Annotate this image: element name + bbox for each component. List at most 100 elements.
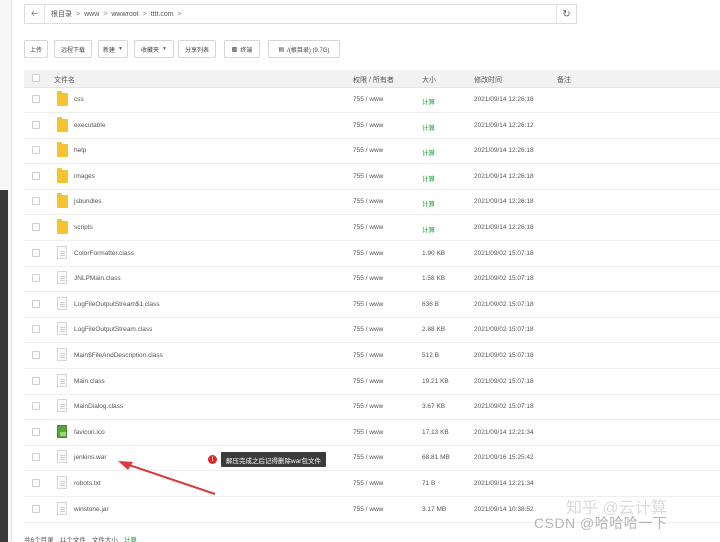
file-name[interactable]: Main$FileAndDescription.class <box>74 352 163 359</box>
file-perm[interactable]: 755 / www <box>353 454 383 461</box>
file-icon <box>57 296 67 310</box>
file-name[interactable]: favicon.ico <box>74 429 105 436</box>
row-checkbox[interactable] <box>32 453 40 462</box>
header-name[interactable]: 文件名 <box>54 75 75 85</box>
table-row[interactable]: Main.class 755 / www 19.21 KB 2021/09/02 15… <box>24 369 720 395</box>
header-perm[interactable]: 权限 / 所有者 <box>353 75 394 85</box>
file-perm[interactable]: 755 / www <box>353 250 383 257</box>
file-perm[interactable]: 755 / www <box>353 301 383 308</box>
file-perm[interactable]: 755 / www <box>353 352 383 359</box>
folder-icon <box>57 116 68 132</box>
file-size[interactable]: 计算 <box>422 96 435 106</box>
file-perm[interactable]: 755 / www <box>353 506 383 513</box>
image-file-icon <box>57 424 67 438</box>
header-mtime[interactable]: 修改时间 <box>474 75 502 85</box>
file-name[interactable]: scripts <box>74 224 93 231</box>
table-row[interactable]: images 755 / www 计算 2021/09/14 12:26:18 <box>24 164 720 190</box>
file-name[interactable]: help <box>74 147 86 154</box>
table-row[interactable]: ColorFormatter.class 755 / www 1.90 KB 2021… <box>24 241 720 267</box>
share-list-button[interactable]: 分享列表 <box>178 40 216 58</box>
file-name[interactable]: images <box>74 173 95 180</box>
chevron-down-icon: ▼ <box>162 46 167 52</box>
footer-size-value[interactable]: 计算 <box>124 534 137 542</box>
row-checkbox[interactable] <box>32 171 40 180</box>
table-row[interactable]: help 755 / www 计算 2021/09/14 12:26:18 <box>24 138 720 165</box>
crumb-wwwroot[interactable]: wwwroot <box>111 11 138 18</box>
file-icon <box>57 450 67 464</box>
file-perm[interactable]: 755 / www <box>353 122 383 129</box>
file-size[interactable]: 计算 <box>422 173 435 183</box>
table-row[interactable]: JNLPMain.class 755 / www 1.58 KB 2021/09/02… <box>24 266 720 293</box>
file-size[interactable]: 计算 <box>422 122 435 132</box>
file-size[interactable]: 计算 <box>422 224 435 234</box>
file-name[interactable]: LogFileOutputStream$1.class <box>74 301 160 308</box>
file-perm[interactable]: 755 / www <box>353 275 383 282</box>
row-checkbox[interactable] <box>32 248 40 257</box>
crumb-site[interactable]: tttt.com <box>151 11 174 18</box>
file-perm[interactable]: 755 / www <box>353 480 383 487</box>
row-checkbox[interactable] <box>32 146 40 155</box>
row-checkbox[interactable] <box>32 274 40 283</box>
row-checkbox[interactable] <box>32 479 40 487</box>
table-row[interactable]: Main$FileAndDescription.class 755 / www 51… <box>24 343 720 369</box>
file-name[interactable]: robots.txt <box>74 480 101 487</box>
row-checkbox[interactable] <box>32 351 40 359</box>
file-perm[interactable]: 755 / www <box>353 403 383 410</box>
file-name[interactable]: MainDialog.class <box>74 403 123 410</box>
new-button[interactable]: 新建 ▼ <box>98 40 128 58</box>
refresh-button[interactable]: ↻ <box>556 5 576 23</box>
header-size[interactable]: 大小 <box>422 75 436 85</box>
file-name[interactable]: jsbundles <box>74 198 101 205</box>
table-row[interactable]: LogFileOutputStream$1.class 755 / www 636 … <box>24 292 720 318</box>
table-row[interactable]: LogFileOutputStream.class 755 / www 2.88 K… <box>24 317 720 344</box>
file-perm[interactable]: 755 / www <box>353 429 383 436</box>
favorites-button[interactable]: 收藏夹 ▼ <box>134 40 174 58</box>
row-checkbox[interactable] <box>32 402 40 411</box>
file-perm[interactable]: 755 / www <box>353 224 383 231</box>
row-checkbox[interactable] <box>32 427 40 436</box>
table-row[interactable]: jsbundles 755 / www 计算 2021/09/14 12:26:18 <box>24 189 720 216</box>
file-name[interactable]: winstone.jar <box>74 506 109 513</box>
table-row[interactable]: executable 755 / www 计算 2021/09/14 12:26:12 <box>24 113 720 139</box>
file-name[interactable]: jenkins.war <box>74 454 107 461</box>
back-button[interactable]: 🡠 <box>25 5 45 23</box>
file-perm[interactable]: 755 / www <box>353 96 383 103</box>
file-size[interactable]: 计算 <box>422 147 435 157</box>
row-checkbox[interactable] <box>32 299 40 308</box>
row-checkbox[interactable] <box>32 376 40 385</box>
row-checkbox[interactable] <box>32 120 40 129</box>
table-row[interactable]: scripts 755 / www 计算 2021/09/14 12:26:18 <box>24 215 720 241</box>
file-name[interactable]: ColorFormatter.class <box>74 250 134 257</box>
crumb-www[interactable]: www <box>84 11 99 18</box>
file-name[interactable]: JNLPMain.class <box>74 275 121 282</box>
table-row[interactable]: css 755 / www 计算 2021/09/14 12:26:18 <box>24 87 720 113</box>
row-checkbox[interactable] <box>32 325 40 334</box>
row-checkbox[interactable] <box>32 197 40 206</box>
disk-button[interactable]: ▤/(根目录) (9.7G) <box>268 40 340 58</box>
file-perm[interactable]: 755 / www <box>353 147 383 154</box>
file-perm[interactable]: 755 / www <box>353 326 383 333</box>
file-perm[interactable]: 755 / www <box>353 198 383 205</box>
table-row[interactable]: MainDialog.class 755 / www 3.67 KB 2021/09/… <box>24 394 720 421</box>
row-checkbox[interactable] <box>32 95 40 103</box>
remote-download-button[interactable]: 远程下载 <box>54 40 92 58</box>
row-checkbox[interactable] <box>32 223 40 231</box>
terminal-button[interactable]: ▩ 终端 <box>224 40 260 58</box>
file-size: 3.67 KB <box>422 403 446 411</box>
file-mtime: 2021/09/14 12:26:12 <box>474 121 534 129</box>
file-name[interactable]: Main.class <box>74 378 105 385</box>
select-all-checkbox[interactable] <box>32 74 40 82</box>
address-bar[interactable]: 🡠 根目录 > www > wwwroot > tttt.com > ↻ <box>24 4 577 24</box>
file-perm[interactable]: 755 / www <box>353 378 383 385</box>
terminal-icon: ▩ <box>231 46 238 53</box>
crumb-root[interactable]: 根目录 <box>51 9 72 19</box>
row-checkbox[interactable] <box>32 504 40 513</box>
file-name[interactable]: LogFileOutputStream.class <box>74 326 152 333</box>
file-size[interactable]: 计算 <box>422 198 435 208</box>
file-perm[interactable]: 755 / www <box>353 173 383 180</box>
file-name[interactable]: css <box>74 96 84 103</box>
table-row[interactable]: jenkins.war 755 / www 68.81 MB 2021/09/16 1… <box>24 445 720 472</box>
upload-button[interactable]: 上传 <box>24 40 48 58</box>
file-name[interactable]: executable <box>74 122 105 129</box>
table-row[interactable]: favicon.ico 755 / www 17.13 KB 2021/09/14 1… <box>24 420 720 446</box>
